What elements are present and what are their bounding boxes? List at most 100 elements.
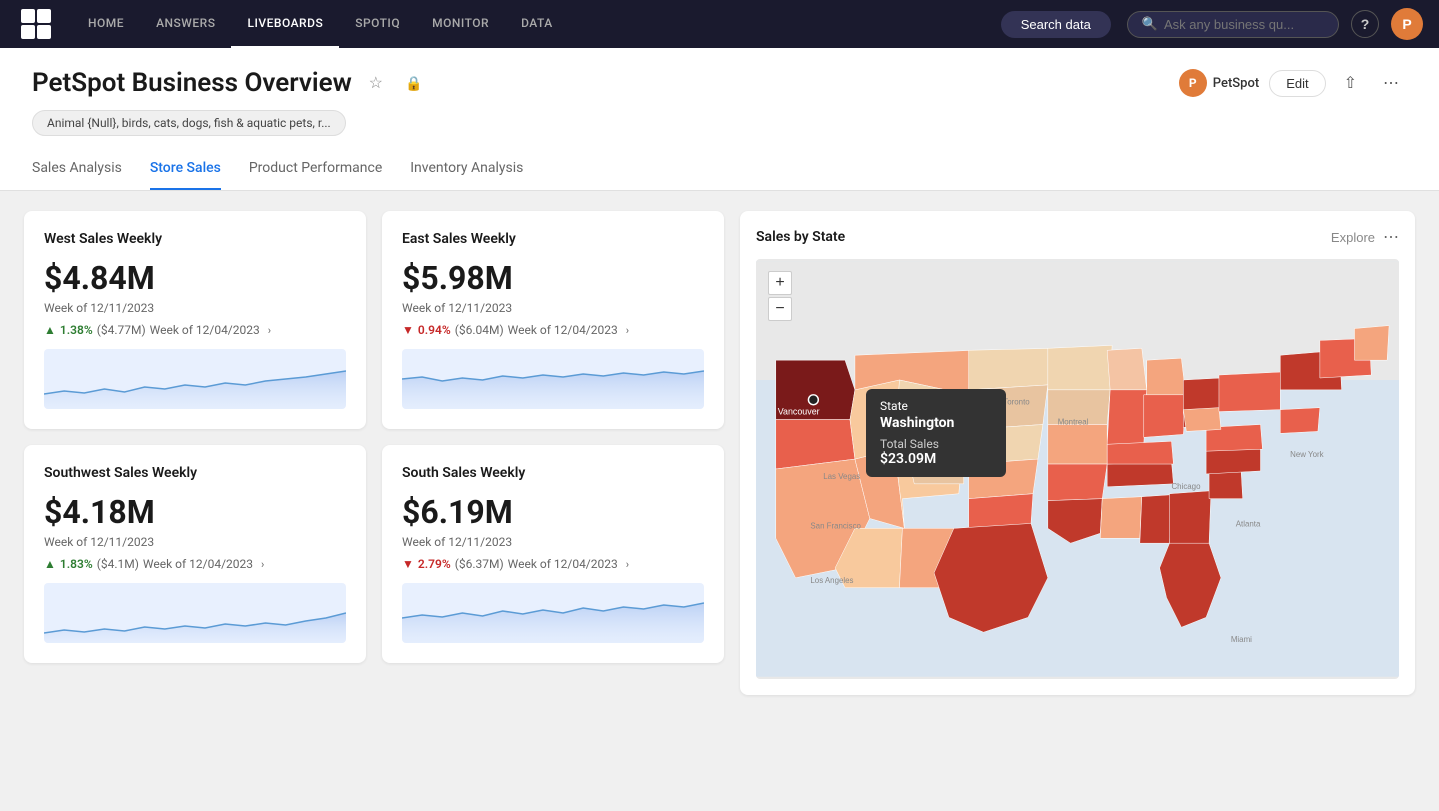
southwest-sales-card: Southwest Sales Weekly $4.18M Week of 12… [24,445,366,663]
south-card-delta: ▼ 2.79% ($6.37M) Week of 12/04/2023 › [402,557,704,571]
user-avatar-button[interactable]: P [1391,8,1423,40]
east-mini-chart [402,349,704,409]
page-header-right: P PetSpot Edit ⇧ ⋯ [1179,69,1407,97]
topnav: HOME ANSWERS LIVEBOARDS SPOTIQ MONITOR D… [0,0,1439,48]
ellipsis-icon: ⋯ [1383,75,1399,92]
east-card-title: East Sales Weekly [402,231,704,247]
ai-search-box[interactable]: 🔍 [1127,11,1339,38]
page-title-row: PetSpot Business Overview ☆ 🔒 P PetSpot … [32,68,1407,98]
svg-text:Montreal: Montreal [1058,417,1089,426]
tab-product-performance[interactable]: Product Performance [249,150,382,190]
nav-monitor[interactable]: MONITOR [416,0,505,48]
svg-text:New York: New York [1290,450,1323,459]
main-content: West Sales Weekly $4.84M Week of 12/11/2… [0,191,1439,811]
east-delta-amt: ($6.04M) [455,323,504,337]
tooltip-sales-label: Total Sales [880,437,992,451]
nav-answers[interactable]: ANSWERS [140,0,231,48]
east-delta-pct: 0.94% [418,323,451,337]
edit-button[interactable]: Edit [1269,70,1325,97]
south-sales-card: South Sales Weekly $6.19M Week of 12/11/… [382,445,724,663]
tooltip-state-label: State [880,399,992,413]
owner-badge: P PetSpot [1179,69,1259,97]
topnav-right: 🔍 ? P [1127,8,1423,40]
page-title: PetSpot Business Overview [32,68,352,98]
svg-text:Toronto: Toronto [1003,398,1030,407]
owner-label: PetSpot [1213,76,1259,91]
map-card-title: Sales by State [756,229,1331,245]
west-card-value: $4.84M [44,259,346,297]
usa-map-svg: Calgary Vancouver United States Toronto … [756,259,1399,679]
west-delta-pct: 1.38% [60,323,93,337]
tooltip-state-name: Washington [880,415,992,431]
west-delta-arrow-up: ▲ [44,323,56,337]
sales-by-state-card: Sales by State Explore ⋯ + − [740,211,1415,695]
zoom-in-button[interactable]: + [768,271,792,295]
south-card-week: Week of 12/11/2023 [402,535,704,549]
lock-icon: 🔒 [405,75,422,92]
nav-home[interactable]: HOME [72,0,140,48]
southwest-card-value: $4.18M [44,493,346,531]
west-card-delta: ▲ 1.38% ($4.77M) Week of 12/04/2023 › [44,323,346,337]
bottom-cards-row: Southwest Sales Weekly $4.18M Week of 12… [24,445,724,663]
nav-liveboards[interactable]: LIVEBOARDS [231,0,339,48]
filter-pill[interactable]: Animal {Null}, birds, cats, dogs, fish &… [32,110,346,136]
south-card-value: $6.19M [402,493,704,531]
logo[interactable] [16,4,56,44]
east-card-week: Week of 12/11/2023 [402,301,704,315]
owner-avatar: P [1179,69,1207,97]
south-delta-chevron[interactable]: › [626,558,629,571]
svg-text:Miami: Miami [1231,635,1252,644]
nav-links: HOME ANSWERS LIVEBOARDS SPOTIQ MONITOR D… [72,0,985,48]
map-card-header: Sales by State Explore ⋯ [756,227,1399,247]
more-options-button[interactable]: ⋯ [1375,69,1407,97]
west-delta-amt: ($4.77M) [97,323,146,337]
east-delta-arrow-down: ▼ [402,323,414,337]
map-tooltip: State Washington Total Sales $23.09M [866,389,1006,477]
west-mini-chart [44,349,346,409]
top-cards-row: West Sales Weekly $4.84M Week of 12/11/2… [24,211,724,429]
star-icon: ☆ [369,73,383,93]
tooltip-sales-value: $23.09M [880,451,992,467]
map-area[interactable]: + − [756,259,1399,679]
nav-spotiq[interactable]: SPOTIQ [339,0,416,48]
southwest-delta-pct: 1.83% [60,557,93,571]
filter-row: Animal {Null}, birds, cats, dogs, fish &… [32,110,1407,136]
svg-text:Vancouver: Vancouver [778,407,820,417]
share-button[interactable]: ⇧ [1336,69,1365,97]
nav-data[interactable]: DATA [505,0,569,48]
east-sales-card: East Sales Weekly $5.98M Week of 12/11/2… [382,211,724,429]
east-card-value: $5.98M [402,259,704,297]
lock-button[interactable]: 🔒 [400,69,428,97]
favorite-button[interactable]: ☆ [362,69,390,97]
svg-text:Atlanta: Atlanta [1236,519,1261,528]
west-sales-card: West Sales Weekly $4.84M Week of 12/11/2… [24,211,366,429]
tab-store-sales[interactable]: Store Sales [150,150,221,190]
ai-search-input[interactable] [1164,17,1324,32]
south-mini-chart [402,583,704,643]
share-icon: ⇧ [1344,75,1357,92]
search-data-button[interactable]: Search data [1001,11,1111,38]
search-icon: 🔍 [1142,17,1158,32]
map-ellipsis-icon: ⋯ [1383,229,1399,246]
south-delta-pct: 2.79% [418,557,451,571]
cards-map-row: West Sales Weekly $4.84M Week of 12/11/2… [24,211,1415,695]
zoom-out-button[interactable]: − [768,297,792,321]
svg-text:Chicago: Chicago [1171,482,1201,491]
east-delta-week: Week of 12/04/2023 [508,323,618,337]
west-card-week: Week of 12/11/2023 [44,301,346,315]
west-delta-chevron[interactable]: › [268,324,271,337]
east-card-delta: ▼ 0.94% ($6.04M) Week of 12/04/2023 › [402,323,704,337]
tab-sales-analysis[interactable]: Sales Analysis [32,150,122,190]
svg-text:Las Vegas: Las Vegas [823,472,860,481]
southwest-delta-chevron[interactable]: › [261,558,264,571]
svg-text:San Francisco: San Francisco [810,521,861,530]
tab-inventory-analysis[interactable]: Inventory Analysis [410,150,523,190]
metric-cards-column: West Sales Weekly $4.84M Week of 12/11/2… [24,211,724,695]
south-delta-amt: ($6.37M) [455,557,504,571]
explore-button[interactable]: Explore [1331,230,1375,245]
help-button[interactable]: ? [1351,10,1379,38]
map-more-options-button[interactable]: ⋯ [1383,227,1399,247]
west-delta-week: Week of 12/04/2023 [150,323,260,337]
southwest-card-week: Week of 12/11/2023 [44,535,346,549]
east-delta-chevron[interactable]: › [626,324,629,337]
